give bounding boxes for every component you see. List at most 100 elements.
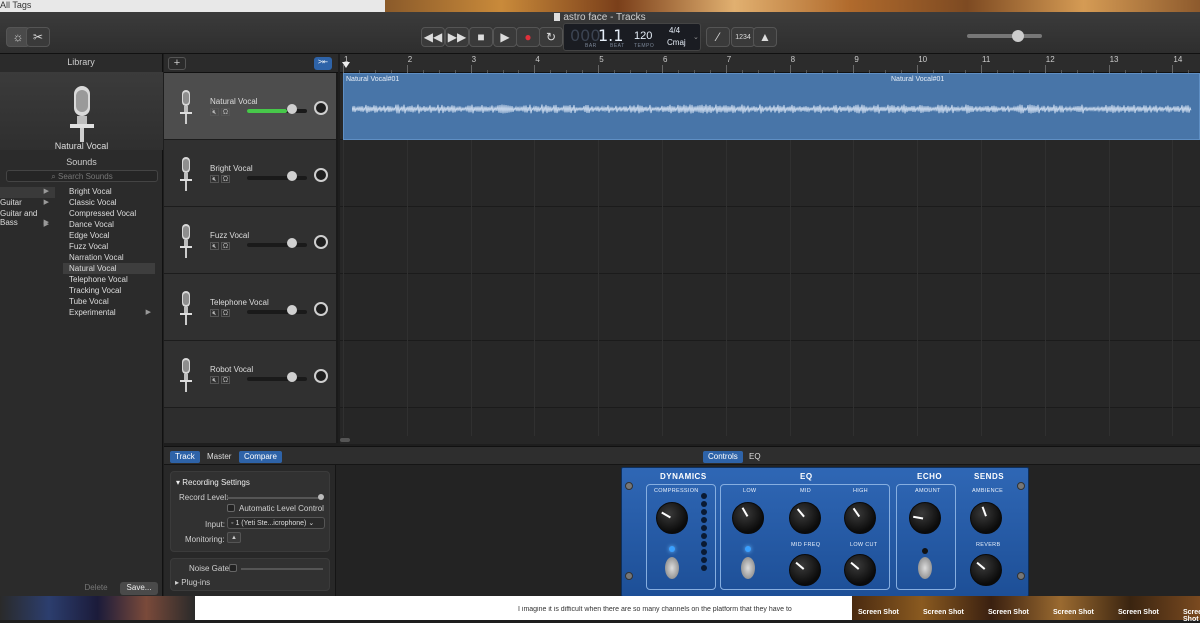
cycle-button[interactable]: ↻ — [539, 27, 563, 47]
echo-toggle[interactable] — [918, 557, 932, 579]
category-item[interactable]: Guitar and Bass ▶ — [0, 209, 55, 227]
compression-knob[interactable] — [656, 502, 688, 534]
track-lane[interactable] — [340, 140, 1200, 207]
save-button[interactable]: Save... — [120, 582, 158, 595]
track-pan-knob[interactable] — [314, 369, 328, 383]
low-cut-knob[interactable] — [844, 554, 876, 586]
preset-item[interactable]: Edge Vocal — [63, 230, 155, 241]
track-lane[interactable] — [340, 341, 1200, 408]
master-volume-slider[interactable] — [967, 34, 1042, 38]
tab-track[interactable]: Track — [170, 451, 200, 463]
metronome-button[interactable]: ▲ — [753, 27, 777, 47]
mute-button[interactable]: 🔇︎ — [210, 242, 219, 250]
record-level-slider[interactable] — [227, 497, 322, 499]
delete-button[interactable]: Delete — [76, 582, 116, 595]
add-track-button[interactable]: + — [168, 57, 186, 70]
preset-item[interactable]: Telephone Vocal — [63, 274, 155, 285]
category-item[interactable]: ▶ — [0, 187, 55, 198]
tab-master[interactable]: Master — [202, 451, 236, 463]
headphones-button[interactable]: Ω — [221, 108, 230, 116]
headphones-button[interactable]: Ω — [221, 175, 230, 183]
mid-freq-knob[interactable] — [789, 554, 821, 586]
high-knob[interactable] — [844, 502, 876, 534]
track-header[interactable]: Fuzz Vocal 🔇︎ Ω — [164, 207, 336, 274]
mute-button[interactable]: 🔇︎ — [210, 376, 219, 384]
mid-knob[interactable] — [789, 502, 821, 534]
track-volume-slider[interactable] — [247, 176, 307, 180]
preset-item[interactable]: Experimental ▶ — [63, 307, 155, 318]
ambience-knob[interactable] — [970, 502, 1002, 534]
ruler[interactable]: 1 2 3 4 5 6 7 8 9 10 11 12 13 14 — [340, 54, 1200, 73]
headphones-button[interactable]: Ω — [221, 242, 230, 250]
track-lane[interactable] — [340, 274, 1200, 341]
preset-item[interactable]: Narration Vocal — [63, 252, 155, 263]
preset-item[interactable]: Natural Vocal — [63, 263, 155, 274]
screenshot-label[interactable]: Screen Shot — [1183, 609, 1200, 623]
mute-button[interactable]: 🔇︎ — [210, 108, 219, 116]
noise-gate-checkbox[interactable] — [229, 564, 237, 572]
scroll-thumb[interactable] — [340, 438, 350, 442]
track-pan-knob[interactable] — [314, 101, 328, 115]
tab-controls[interactable]: Controls — [703, 451, 743, 463]
preset-item[interactable]: Tube Vocal — [63, 296, 155, 307]
recording-settings-title[interactable]: ▾ Recording Settings — [176, 478, 250, 487]
noise-gate-slider[interactable] — [241, 568, 323, 570]
fast-forward-button[interactable]: ▶▶ — [445, 27, 469, 47]
track-lane[interactable] — [340, 207, 1200, 274]
audio-region[interactable]: Natural Vocal#01 Natural Vocal#01 — [343, 73, 1200, 140]
echo-amount-knob[interactable] — [909, 502, 941, 534]
track-volume-slider[interactable] — [247, 377, 307, 381]
screenshot-label[interactable]: Screen Shot — [988, 609, 1029, 616]
preset-item[interactable]: Tracking Vocal — [63, 285, 155, 296]
tab-eq[interactable]: EQ — [744, 451, 766, 463]
tuner-button[interactable]: ⁄ — [706, 27, 730, 47]
scissors-button[interactable]: ✂ — [26, 27, 50, 47]
screenshot-label[interactable]: Screen Shot — [1053, 609, 1094, 616]
track-volume-knob[interactable] — [287, 104, 297, 114]
all-tags-label[interactable]: All Tags — [0, 0, 31, 10]
screenshot-label[interactable]: Screen Shot — [1118, 609, 1159, 616]
dynamics-toggle[interactable] — [665, 557, 679, 579]
headphones-button[interactable]: Ω — [221, 376, 230, 384]
catch-playhead-button[interactable]: >⇤ — [314, 57, 332, 70]
input-select[interactable]: ◦ 1 (Yeti Ste...icrophone) ⌄ — [227, 517, 325, 529]
track-header[interactable]: Natural Vocal 🔇︎ Ω — [164, 73, 336, 140]
preset-item[interactable]: Compressed Vocal — [63, 208, 155, 219]
track-volume-slider[interactable] — [247, 243, 307, 247]
headphones-button[interactable]: Ω — [221, 309, 230, 317]
track-volume-knob[interactable] — [287, 171, 297, 181]
low-knob[interactable] — [732, 502, 764, 534]
track-volume-slider[interactable] — [247, 310, 307, 314]
reverb-knob[interactable] — [970, 554, 1002, 586]
preset-item[interactable]: Fuzz Vocal — [63, 241, 155, 252]
category-item[interactable]: ▶ — [0, 220, 55, 231]
record-button[interactable]: ● — [516, 27, 540, 47]
sounds-search-input[interactable]: ⌕ Search Sounds — [6, 170, 158, 182]
track-volume-knob[interactable] — [287, 305, 297, 315]
play-button[interactable]: ▶ — [493, 27, 517, 47]
monitoring-button[interactable]: ▲ — [227, 532, 241, 543]
track-header[interactable]: Robot Vocal 🔇︎ Ω — [164, 341, 336, 408]
mute-button[interactable]: 🔇︎ — [210, 175, 219, 183]
rewind-button[interactable]: ◀◀ — [421, 27, 445, 47]
screenshot-label[interactable]: Screen Shot — [858, 609, 899, 616]
horizontal-scrollbar[interactable] — [340, 436, 1200, 444]
tab-compare[interactable]: Compare — [239, 451, 282, 463]
track-volume-knob[interactable] — [287, 372, 297, 382]
playhead[interactable] — [342, 62, 350, 68]
track-pan-knob[interactable] — [314, 168, 328, 182]
preset-item[interactable]: Bright Vocal — [63, 186, 155, 197]
eq-toggle[interactable] — [741, 557, 755, 579]
screenshot-label[interactable]: Screen Shot — [923, 609, 964, 616]
mute-button[interactable]: 🔇︎ — [210, 309, 219, 317]
auto-level-checkbox[interactable] — [227, 504, 235, 512]
preset-item[interactable]: Classic Vocal — [63, 197, 155, 208]
record-level-knob[interactable] — [318, 494, 324, 500]
lcd-display[interactable]: 000 1.1 BAR BEAT 120 TEMPO 4/4 Cmaj ⌄ — [563, 23, 701, 51]
preset-item[interactable]: Dance Vocal — [63, 219, 155, 230]
track-volume-slider[interactable] — [247, 109, 307, 113]
master-volume-knob[interactable] — [1012, 30, 1024, 42]
plugins-disclosure[interactable]: ▸ Plug-ins — [175, 578, 210, 587]
category-item[interactable]: Guitar ▶ — [0, 198, 55, 209]
track-volume-knob[interactable] — [287, 238, 297, 248]
